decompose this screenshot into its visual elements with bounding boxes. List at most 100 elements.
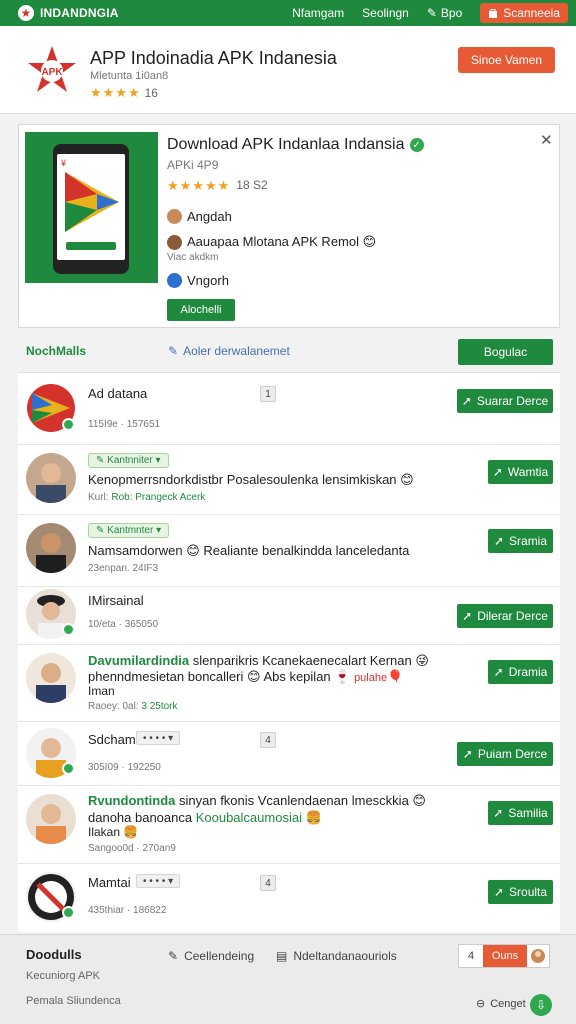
item-title-text: slenparikris Kcanekaenecalart Kernan 😜 [189, 653, 429, 668]
phone-screen-button [66, 242, 116, 250]
list-item[interactable]: Sdcham • • • • ▾ 4 305I09 · 192250 ➚ Pui… [18, 722, 560, 786]
footer-action-2-label: Ndeltandanaouriols [293, 949, 397, 963]
item-title: IMirsainal [88, 593, 144, 608]
item-title-line-2-red: pulahe [354, 672, 388, 684]
top-nav-bar: ★ INDANDNGIA Nfamgam Seolingn ✎ Bpo Scan… [0, 0, 576, 26]
app-list: Ad datana 1 115I9e · 157651 ➚ Suarar Der… [18, 372, 560, 932]
item-count[interactable]: 1 [260, 386, 276, 402]
item-title-line-3: Ilakan 🍔 [88, 825, 139, 839]
brand[interactable]: ★ INDANDNGIA [18, 5, 119, 21]
card-line-2-text: Aauapaa Mlotana APK Remol 😊 [187, 234, 377, 249]
item-action-label: Dilerar Derce [477, 609, 548, 623]
item-meta: Sangoo0d · 270an9 [88, 843, 176, 854]
list-item[interactable]: Ad datana 1 115I9e · 157651 ➚ Suarar Der… [18, 373, 560, 445]
footer-action-1[interactable]: ✎ Ceellendeing [168, 949, 254, 963]
app-header: APK APP Indoinadia APK Indanesia Mletunt… [0, 26, 576, 114]
footer-cart[interactable]: ⊖ Cenget [476, 997, 526, 1011]
nav-item-2[interactable]: Seolingn [362, 6, 409, 20]
download-fab-icon[interactable]: ⇩ [530, 994, 552, 1016]
toolbar-link[interactable]: ✎ Aoler derwalanemet [168, 344, 290, 358]
footer-action-2[interactable]: ▤ Ndeltandanaouriols [276, 949, 397, 963]
item-title: Ad datana [88, 386, 148, 401]
item-action-button[interactable]: ➚ Wamtia [488, 460, 553, 484]
avatar[interactable] [527, 945, 549, 967]
nav-item-3[interactable]: ✎ Bpo [427, 6, 462, 20]
list-toolbar: NochMalls ✎ Aoler derwalanemet Bogulac [0, 332, 576, 370]
item-tag[interactable]: ✎ Kantmnter ▾ [88, 523, 170, 538]
item-dropdown[interactable]: • • • • ▾ [136, 874, 181, 888]
card-line-2-sub: Viac akdkm [167, 252, 219, 263]
item-dropdown[interactable]: • • • • ▾ [136, 731, 181, 745]
toolbar-button[interactable]: Bogulac [458, 339, 553, 365]
avatar [167, 234, 182, 250]
list-item[interactable]: IMirsainal 10/eta · 365050 ➚ Dilerar Der… [18, 587, 560, 645]
svg-text:¥: ¥ [60, 158, 67, 168]
top-nav: Nfamgam Seolingn ✎ Bpo Scanneeia [292, 3, 568, 23]
item-meta-prefix: Raoey: 0al: [88, 701, 142, 712]
item-title-line-2-text: danoha banoanca [88, 810, 196, 825]
item-meta: Raoey: 0al: 3 25tork [88, 701, 178, 712]
app-title: APP Indoinadia APK Indanesia [90, 48, 337, 68]
item-action-button[interactable]: ➚ Dilerar Derce [457, 604, 553, 628]
footer-link-2[interactable]: Pemala Sliundenca [26, 995, 121, 1007]
card-line-1-text: Angdah [187, 209, 232, 224]
item-title-line-2-end: 🍔 [301, 810, 322, 825]
footer-link-1[interactable]: Kecuniorg APK [26, 970, 100, 982]
globe-icon [167, 273, 182, 288]
verified-check-icon: ✓ [409, 138, 424, 152]
item-meta-link[interactable]: 3 25tork [141, 701, 177, 712]
list-item[interactable]: Rvundontinda sinyan fkonis Vcanlendaenan… [18, 786, 560, 864]
header-action-button[interactable]: Sinoe Vamen [458, 47, 555, 73]
list-item[interactable]: ✎ Kantnniter ▾ Kenopmerrsndorkdistbr Pos… [18, 445, 560, 515]
item-action-label: Suarar Derce [476, 394, 549, 408]
phone-screen: ¥ [57, 154, 125, 260]
top-search-button[interactable]: Scanneeia [480, 3, 568, 23]
person-photo [36, 804, 66, 844]
card-version: APKi 4P9 [167, 158, 219, 172]
person-photo [36, 533, 66, 573]
share-icon: ➚ [493, 534, 505, 548]
close-icon[interactable]: ✕ [540, 131, 553, 149]
item-action-button[interactable]: ➚ Samilia [488, 801, 553, 825]
share-icon: ➚ [493, 885, 505, 899]
card-line-3-text: Vngorh [187, 273, 229, 288]
item-action-button[interactable]: ➚ Puiam Derce [457, 742, 553, 766]
item-count[interactable]: 4 [260, 732, 276, 748]
item-title: Kenopmerrsndorkdistbr Posalesoulenka len… [88, 472, 414, 487]
tab-main[interactable]: NochMalls [26, 344, 86, 358]
item-action-label: Wamtia [507, 465, 549, 479]
list-item[interactable]: ✎ Kantmnter ▾ Namsamdorwen 😊 Realiante b… [18, 515, 560, 587]
item-title-author[interactable]: Rvundontinda [88, 793, 175, 808]
item-tag[interactable]: ✎ Kantnniter ▾ [88, 453, 169, 468]
online-dot-icon [62, 623, 75, 636]
card-title-text: Download APK Indanlaa Indansia [167, 136, 405, 153]
item-title-line-2: danoha banoanca Kooubalcaumosiai 🍔 [88, 810, 322, 826]
item-action-button[interactable]: ➚ Suarar Derce [457, 389, 553, 413]
footer-group-main[interactable]: Ouns [483, 945, 527, 967]
app-rating: ★★★★ 16 [90, 85, 158, 101]
item-action-button[interactable]: ➚ Sroulta [488, 880, 553, 904]
rating-value: 16 [144, 86, 158, 100]
item-title-line-2-link[interactable]: Kooubalcaumosiai [196, 810, 302, 825]
item-meta-link[interactable]: Rob: Prangeck Acerk [111, 492, 205, 503]
list-item[interactable]: Davumilardindia slenparikris Kcanekaenec… [18, 645, 560, 722]
card-action-button[interactable]: Alochelli [167, 299, 235, 321]
footer-button-group: 4 Ouns [458, 944, 550, 968]
card-image: ¥ [25, 132, 158, 283]
card-line-2: Aauapaa Mlotana APK Remol 😊 [167, 234, 376, 250]
footer-group-left[interactable]: 4 [459, 945, 483, 967]
card-rating-value: 18 S2 [236, 178, 268, 192]
item-action-button[interactable]: ➚ Dramia [488, 660, 553, 684]
item-count[interactable]: 4 [260, 875, 276, 891]
item-title-line-3: Iman [88, 684, 115, 698]
list-item[interactable]: Mamtai • • • • ▾ 4 435thiar · 186822 ➚ S… [18, 864, 560, 933]
nav-item-1[interactable]: Nfamgam [292, 6, 344, 20]
item-title: Namsamdorwen 😊 Realiante benalkindda lan… [88, 543, 410, 558]
download-icon: ➚ [462, 609, 473, 623]
share-icon: ➚ [493, 665, 504, 679]
item-title-author[interactable]: Davumilardindia [88, 653, 189, 668]
item-action-button[interactable]: ➚ Sramia [488, 529, 553, 553]
footer-action-1-label: Ceellendeing [184, 949, 255, 963]
item-action-label: Sramia [509, 534, 548, 548]
avatar [26, 794, 76, 844]
